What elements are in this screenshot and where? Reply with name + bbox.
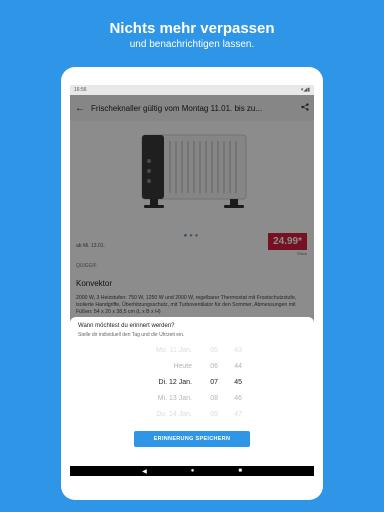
reminder-subtitle: Stelle dir individuell den Tag und die U… xyxy=(78,332,185,338)
device-screen: 16:56 ▾◢▮ ← Frischeknaller gültig vom Mo… xyxy=(70,85,314,476)
picker-date[interactable]: Heute xyxy=(140,363,192,370)
promo-subtitle: und benachrichtigen lassen. xyxy=(129,39,255,50)
picker-row[interactable]: Heute 06 44 xyxy=(70,363,314,376)
date-time-picker[interactable]: Mo. 11 Jan. 05 43 Heute 06 44 Di. 12 Jan… xyxy=(70,347,314,427)
picker-minute[interactable]: 46 xyxy=(230,395,242,402)
promo-title: Nichts mehr verpassen xyxy=(109,20,275,37)
picker-date[interactable]: Do. 14 Jan. xyxy=(140,411,192,418)
picker-hour[interactable]: 06 xyxy=(206,363,218,370)
picker-minute[interactable]: 43 xyxy=(230,347,242,354)
android-nav-bar: ◀ ● ■ xyxy=(70,466,314,476)
picker-hour[interactable]: 09 xyxy=(206,411,218,418)
picker-row[interactable]: Mo. 11 Jan. 05 43 xyxy=(70,347,314,360)
tablet-frame: 16:56 ▾◢▮ ← Frischeknaller gültig vom Mo… xyxy=(61,67,323,500)
picker-minute[interactable]: 44 xyxy=(230,363,242,370)
picker-date[interactable]: Di. 12 Jan. xyxy=(140,379,192,386)
status-bar: 16:56 ▾◢▮ xyxy=(70,85,314,95)
status-icons: ▾◢▮ xyxy=(300,87,310,93)
picker-date[interactable]: Mo. 11 Jan. xyxy=(140,347,192,354)
reminder-title: Wann möchtest du erinnert werden? xyxy=(78,323,175,329)
picker-hour[interactable]: 08 xyxy=(206,395,218,402)
picker-hour[interactable]: 07 xyxy=(206,379,218,386)
picker-minute[interactable]: 47 xyxy=(230,411,242,418)
save-reminder-button[interactable]: ERINNERUNG SPEICHERN xyxy=(134,431,250,447)
reminder-sheet: Wann möchtest du erinnert werden? Stelle… xyxy=(70,317,314,466)
nav-home-icon[interactable]: ● xyxy=(191,468,195,474)
picker-hour[interactable]: 05 xyxy=(206,347,218,354)
picker-row-selected[interactable]: Di. 12 Jan. 07 45 xyxy=(70,379,314,392)
nav-recents-icon[interactable]: ■ xyxy=(238,468,242,474)
status-time: 16:56 xyxy=(74,87,87,93)
picker-row[interactable]: Do. 14 Jan. 09 47 xyxy=(70,411,314,424)
picker-row[interactable]: Mi. 13 Jan. 08 46 xyxy=(70,395,314,408)
picker-date[interactable]: Mi. 13 Jan. xyxy=(140,395,192,402)
nav-back-icon[interactable]: ◀ xyxy=(142,468,147,475)
picker-minute[interactable]: 45 xyxy=(230,379,242,386)
